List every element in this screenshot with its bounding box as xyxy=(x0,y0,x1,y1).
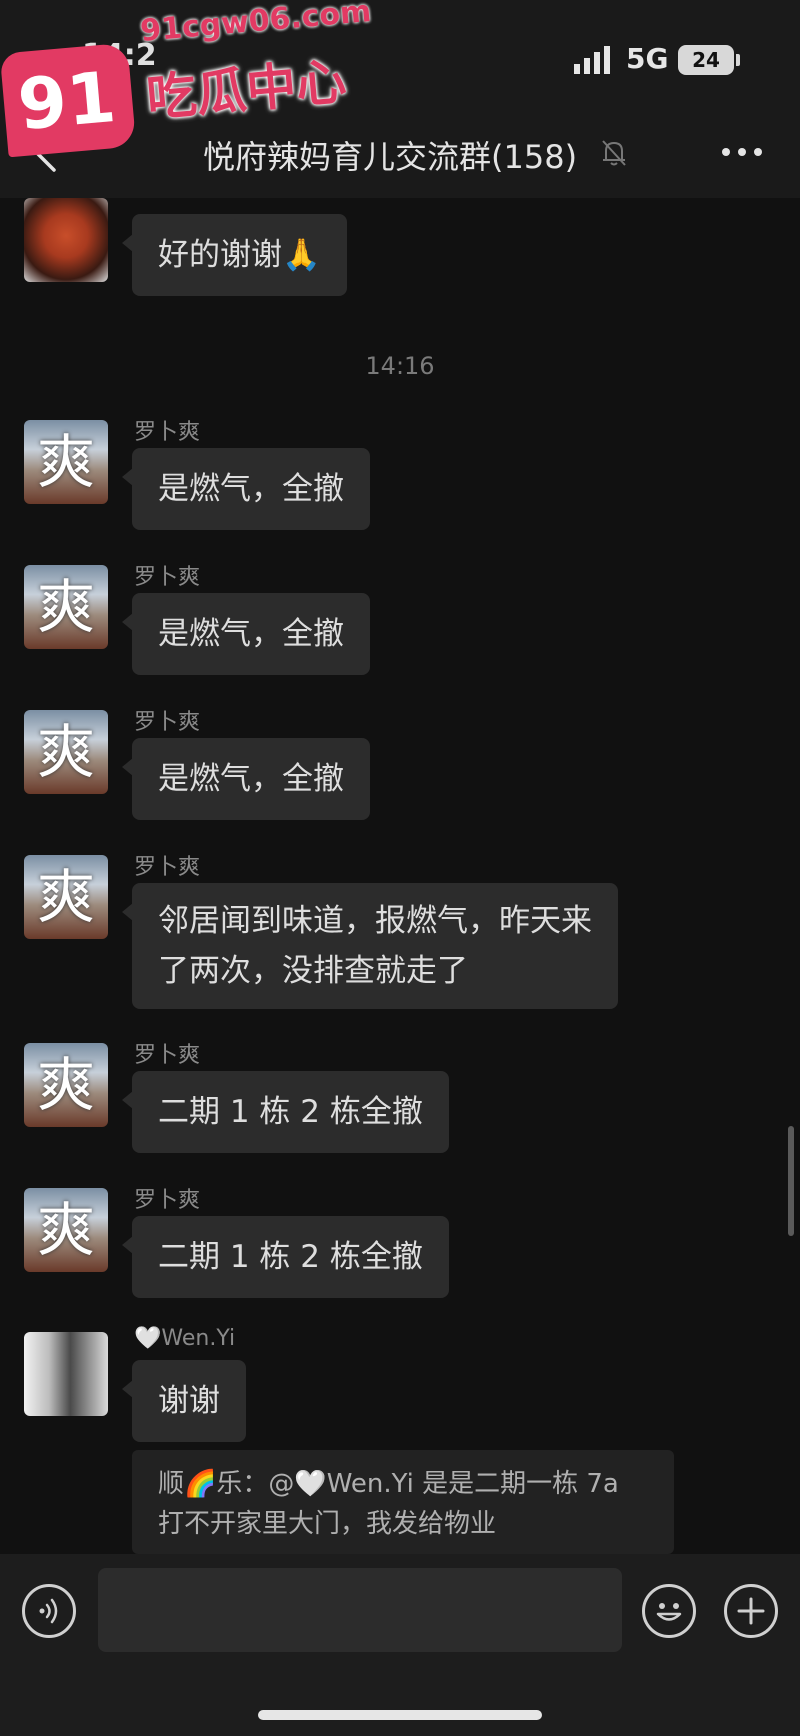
avatar-glyph: 爽 xyxy=(36,863,95,931)
message-bubble[interactable]: 二期 1 栋 2 栋全撤 xyxy=(132,1071,449,1153)
sender-avatar[interactable]: 爽 xyxy=(24,565,108,649)
chat-title: 悦府辣妈育儿交流群(158) xyxy=(203,138,578,176)
message-bubble[interactable]: 好的谢谢🙏 xyxy=(132,214,347,296)
avatar-glyph: 爽 xyxy=(36,1196,95,1264)
more-options-icon[interactable] xyxy=(720,142,764,162)
voice-wave-icon xyxy=(39,1598,58,1624)
sender-avatar[interactable] xyxy=(24,1332,108,1416)
sender-avatar[interactable]: 爽 xyxy=(24,1188,108,1272)
avatar-glyph: 爽 xyxy=(36,573,95,641)
time-divider: 14:16 xyxy=(365,352,435,380)
message-input[interactable] xyxy=(98,1568,622,1652)
sender-name: 🤍Wen.Yi xyxy=(134,1326,236,1351)
battery-tip xyxy=(736,54,740,66)
quoted-reply[interactable]: 顺🌈乐：@🤍Wen.Yi 是是二期一栋 7a 打不开家里大门，我发给物业 xyxy=(132,1450,674,1554)
sender-name: 罗卜爽 xyxy=(134,1188,201,1213)
message-bubble[interactable]: 是燃气，全撤 xyxy=(132,448,370,530)
sender-name: 罗卜爽 xyxy=(134,420,201,445)
smiley-icon xyxy=(656,1603,682,1621)
avatar-glyph: 爽 xyxy=(36,718,95,786)
quote-line: 打不开家里大门，我发给物业 xyxy=(158,1509,497,1539)
input-bar xyxy=(0,1554,800,1736)
more-actions-button[interactable] xyxy=(724,1584,778,1638)
battery-level: 24 xyxy=(692,48,720,72)
message-bubble[interactable]: 邻居闻到味道，报燃气，昨天来 了两次，没排查就走了 xyxy=(132,883,618,1009)
sender-avatar[interactable] xyxy=(24,198,108,282)
watermark-logo: 91 xyxy=(0,42,137,158)
sender-name: 罗卜爽 xyxy=(134,710,201,735)
sender-avatar[interactable]: 爽 xyxy=(24,420,108,504)
message-list[interactable]: 好的谢谢🙏 14:16 爽 罗卜爽 是燃气，全撤 爽 罗卜爽 是燃气，全撤 爽 … xyxy=(0,198,800,1554)
avatar-glyph: 爽 xyxy=(36,1051,95,1119)
message-bubble[interactable]: 是燃气，全撤 xyxy=(132,593,370,675)
signal-strength-icon xyxy=(574,46,610,74)
battery-icon: 24 xyxy=(678,45,734,75)
voice-input-button[interactable] xyxy=(22,1584,76,1638)
network-type: 5G xyxy=(626,42,669,75)
sender-name: 罗卜爽 xyxy=(134,855,201,880)
sender-name: 罗卜爽 xyxy=(134,1043,201,1068)
watermark-logo-number: 91 xyxy=(14,56,119,147)
message-line: 了两次，没排查就走了 xyxy=(158,953,468,989)
sender-avatar[interactable]: 爽 xyxy=(24,1043,108,1127)
sender-avatar[interactable]: 爽 xyxy=(24,710,108,794)
message-line: 邻居闻到味道，报燃气，昨天来 xyxy=(158,903,592,939)
sender-avatar[interactable]: 爽 xyxy=(24,855,108,939)
message-bubble[interactable]: 二期 1 栋 2 栋全撤 xyxy=(132,1216,449,1298)
home-indicator[interactable] xyxy=(258,1710,542,1720)
plus-icon xyxy=(737,1597,765,1625)
avatar-glyph: 爽 xyxy=(36,428,95,496)
emoji-button[interactable] xyxy=(642,1584,696,1638)
scrollbar[interactable] xyxy=(788,1126,794,1236)
quote-line: 顺🌈乐：@🤍Wen.Yi 是是二期一栋 7a xyxy=(158,1469,619,1499)
sender-name: 罗卜爽 xyxy=(134,565,201,590)
message-bubble[interactable]: 是燃气，全撤 xyxy=(132,738,370,820)
mute-bell-icon xyxy=(602,140,626,166)
message-bubble[interactable]: 谢谢 xyxy=(132,1360,246,1442)
